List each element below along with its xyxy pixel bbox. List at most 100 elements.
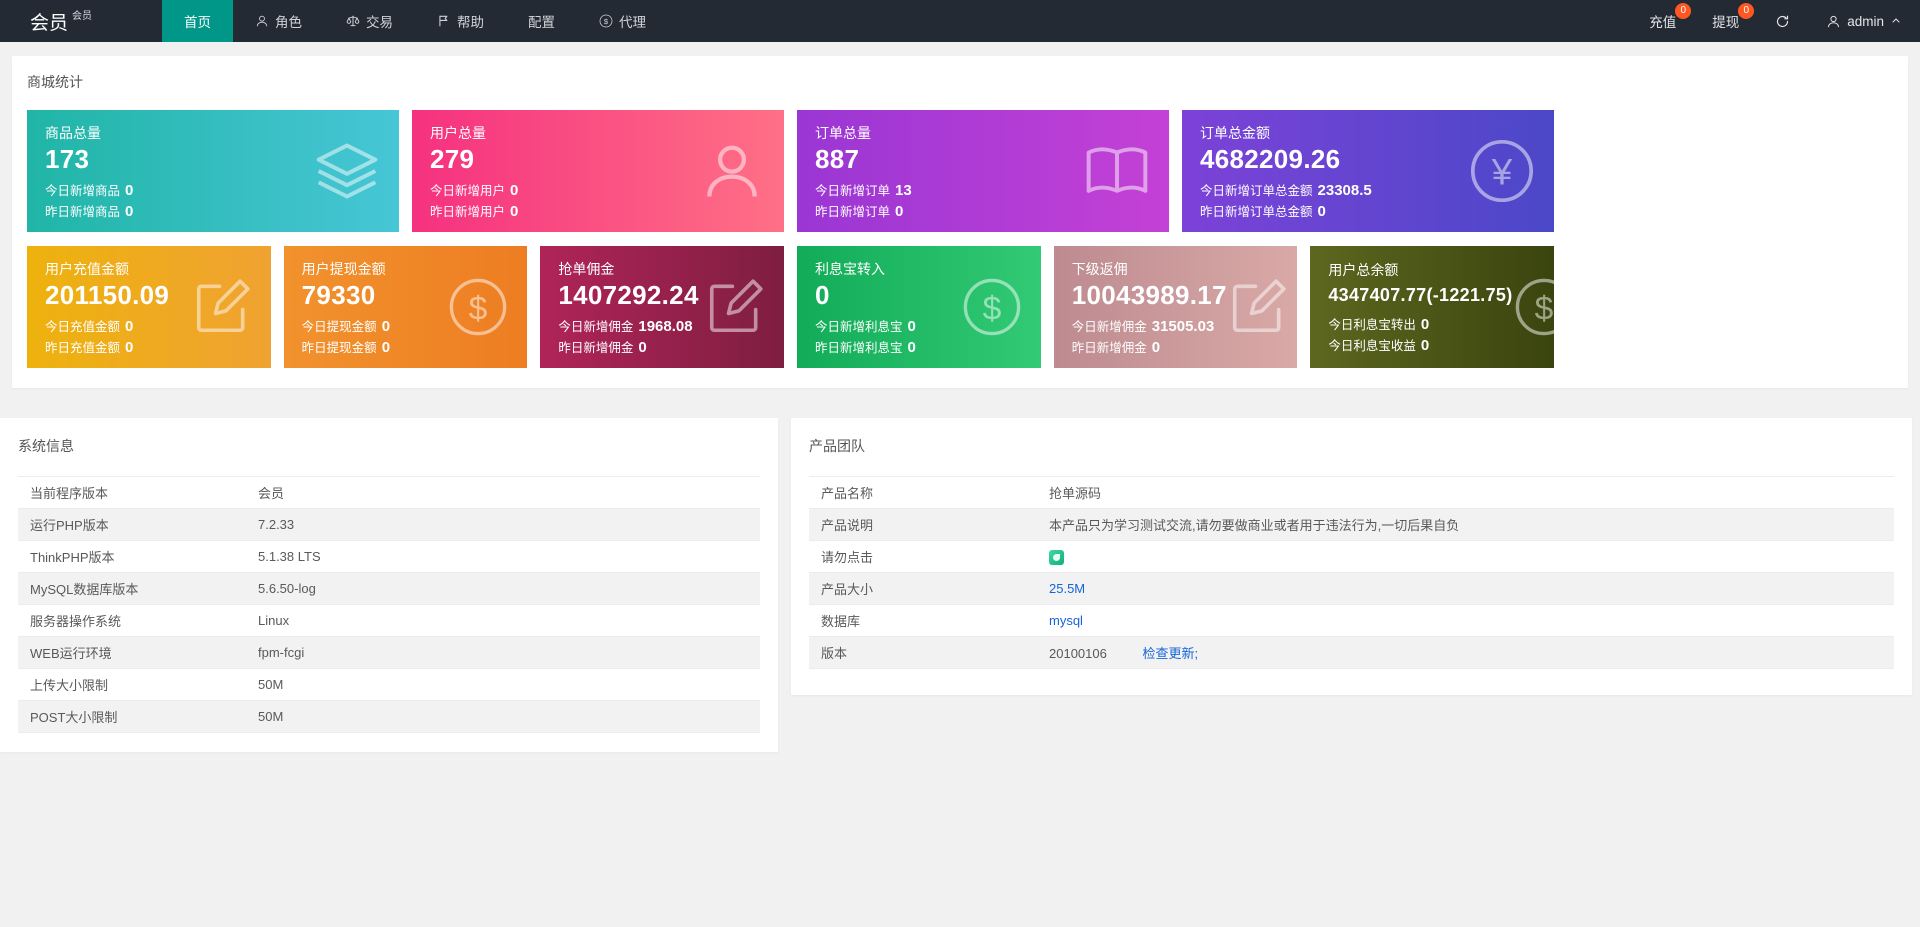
row-label: MySQL数据库版本 <box>18 572 246 605</box>
person-icon <box>698 137 766 205</box>
nav-item-label: 代理 <box>619 15 646 30</box>
book-icon <box>1083 137 1151 205</box>
brand-logo[interactable]: 会员 会员 <box>0 0 162 42</box>
row-value: 20100106 检查更新; <box>1037 636 1894 669</box>
tile-title: 抢单佣金 <box>558 260 615 277</box>
tile-line-today: 今日提现金额 0 <box>301 317 391 335</box>
tile-info: 订单总金额 4682209.26 今日新增订单总金额 23308.5 昨日新增订单… <box>1200 123 1372 220</box>
tile-title: 用户提现金额 <box>301 260 386 277</box>
nav-item-config[interactable]: 配置 <box>506 0 577 42</box>
check-update-link[interactable]: 检查更新; <box>1142 646 1198 661</box>
dollar-circle-icon <box>1513 276 1555 338</box>
tile-value: 79330 <box>301 279 376 310</box>
tile-title: 下级返佣 <box>1071 260 1128 277</box>
row-label: 当前程序版本 <box>18 476 246 509</box>
withdraw-button[interactable]: 提现 0 <box>1694 0 1757 42</box>
table-row: 运行PHP版本 7.2.33 <box>18 508 760 541</box>
table-row: 版本 20100106 检查更新; <box>809 636 1894 669</box>
refresh-button[interactable] <box>1757 0 1808 42</box>
tile-title: 利息宝转入 <box>815 260 886 277</box>
navbar-right: 充值 0 提现 0 admin <box>1631 0 1920 42</box>
tile-value: 10043989.17 <box>1071 279 1227 310</box>
tile-value: 4347407.77(-1221.75) <box>1328 285 1513 305</box>
row-value: 5.6.50-log <box>246 572 760 605</box>
top-navbar: 会员 会员 首页 角色 交易 帮助 配置 代理 充值 0 提现 0 admin <box>0 0 1920 42</box>
table-row: 上传大小限制 50M <box>18 668 760 701</box>
row-value: Linux <box>246 604 760 637</box>
user-menu[interactable]: admin <box>1808 0 1920 42</box>
tile-line-today: 今日新增佣金 31505.03 <box>1071 317 1215 335</box>
row-label: WEB运行环境 <box>18 636 246 669</box>
tile-line-yesterday: 昨日提现金额 0 <box>301 338 391 356</box>
stat-tile-orders-total: 订单总量 887 今日新增订单 13 昨日新增订单 0 <box>797 110 1169 232</box>
dollar-circle-icon <box>599 14 613 28</box>
tile-info: 用户总量 279 今日新增用户 0 昨日新增用户 0 <box>430 123 518 220</box>
database-link[interactable]: mysql <box>1049 613 1083 628</box>
compose-icon <box>1227 276 1289 338</box>
table-row: 服务器操作系统 Linux <box>18 604 760 637</box>
tile-value: 1407292.24 <box>558 279 699 310</box>
table-row: 产品大小 25.5M <box>809 572 1894 605</box>
layers-icon <box>313 137 381 205</box>
nav-item-help[interactable]: 帮助 <box>415 0 506 42</box>
stats-row-2: 用户充值金额 201150.09 今日充值金额 0 昨日充值金额 0 用户提现金额 … <box>27 246 1555 368</box>
row-label: ThinkPHP版本 <box>18 540 246 573</box>
table-row: ThinkPHP版本 5.1.38 LTS <box>18 540 760 573</box>
nav-item-label: 帮助 <box>457 15 484 30</box>
row-label: 服务器操作系统 <box>18 604 246 637</box>
tile-value: 279 <box>430 143 475 174</box>
tile-info: 订单总量 887 今日新增订单 13 昨日新增订单 0 <box>815 123 912 220</box>
tile-line-yesterday: 昨日新增商品 0 <box>45 202 134 220</box>
tile-title: 用户充值金额 <box>45 260 129 277</box>
stats-panel-title: 商城统计 <box>27 74 83 90</box>
product-size-link[interactable]: 25.5M <box>1049 581 1085 596</box>
tile-value: 887 <box>815 143 860 174</box>
tile-info: 商品总量 173 今日新增商品 0 昨日新增商品 0 <box>45 123 133 220</box>
product-team-panel: 产品团队 产品名称 抢单源码 产品说明 本产品只为学习测试交流,请勿要做商业或者… <box>791 418 1912 695</box>
row-label: 产品名称 <box>809 476 1037 509</box>
stat-tile-grab-commission: 抢单佣金 1407292.24 今日新增佣金 1968.08 昨日新增佣金 0 <box>540 246 785 368</box>
row-label: 产品说明 <box>809 508 1037 541</box>
row-label: 运行PHP版本 <box>18 508 246 541</box>
row-label: 上传大小限制 <box>18 668 246 701</box>
tile-line-today: 今日新增订单总金额 23308.5 <box>1200 181 1372 199</box>
dollar-circle-icon <box>447 276 509 338</box>
row-value: 7.2.33 <box>246 508 760 541</box>
tile-value: 4682209.26 <box>1200 143 1341 174</box>
main-content: 商城统计 商品总量 173 今日新增商品 0 昨日新增商品 0 用户总量 279 今… <box>0 56 1920 752</box>
tile-line-today: 今日新增用户 0 <box>430 181 519 199</box>
table-row: 产品说明 本产品只为学习测试交流,请勿要做商业或者用于违法行为,一切后果自负 <box>809 508 1894 541</box>
table-row: WEB运行环境 fpm-fcgi <box>18 636 760 669</box>
tile-line-today: 今日新增利息宝 0 <box>815 317 916 335</box>
stat-tile-recharge-amount: 用户充值金额 201150.09 今日充值金额 0 昨日充值金额 0 <box>27 246 271 368</box>
tile-line-today: 今日新增订单 13 <box>815 181 912 199</box>
tile-line-today: 今日新增佣金 1968.08 <box>558 317 693 335</box>
green-app-icon[interactable] <box>1049 549 1064 565</box>
stat-tile-user-balance: 用户总余额 4347407.77(-1221.75) 今日利息宝转出 0 今日利息… <box>1310 246 1555 368</box>
tile-line-yesterday: 昨日新增佣金 0 <box>558 338 647 356</box>
tile-title: 商品总量 <box>45 124 101 141</box>
compose-icon <box>191 276 253 338</box>
scales-icon <box>346 14 360 28</box>
recharge-button[interactable]: 充值 0 <box>1631 0 1694 42</box>
withdraw-badge: 0 <box>1738 3 1755 19</box>
table-row: POST大小限制 50M <box>18 700 760 733</box>
nav-item-agent[interactable]: 代理 <box>577 0 668 42</box>
row-value <box>1037 540 1894 573</box>
system-info-table: 当前程序版本 会员 运行PHP版本 7.2.33 ThinkPHP版本 5.1.38 … <box>18 476 760 733</box>
stat-tile-users-total: 用户总量 279 今日新增用户 0 昨日新增用户 0 <box>412 110 784 232</box>
row-value: 抢单源码 <box>1037 476 1894 509</box>
table-row: 产品名称 抢单源码 <box>809 476 1894 509</box>
system-info-title: 系统信息 <box>18 438 74 454</box>
tile-info: 下级返佣 10043989.17 今日新增佣金 31505.03 昨日新增佣金 0 <box>1072 259 1227 356</box>
recharge-badge: 0 <box>1675 3 1692 19</box>
tile-info: 用户充值金额 201150.09 今日充值金额 0 昨日充值金额 0 <box>45 259 169 356</box>
nav-item-roles[interactable]: 角色 <box>233 0 324 42</box>
nav-item-trade[interactable]: 交易 <box>324 0 415 42</box>
tile-info: 用户总余额 4347407.77(-1221.75) 今日利息宝转出 0 今日利息… <box>1328 260 1512 354</box>
nav-item-home[interactable]: 首页 <box>162 0 233 42</box>
version-number: 20100106 <box>1049 646 1107 661</box>
stat-tile-sub-rebate: 下级返佣 10043989.17 今日新增佣金 31505.03 昨日新增佣金 0 <box>1053 246 1298 368</box>
withdraw-label: 提现 <box>1712 15 1740 30</box>
dollar-circle-icon <box>961 276 1023 338</box>
